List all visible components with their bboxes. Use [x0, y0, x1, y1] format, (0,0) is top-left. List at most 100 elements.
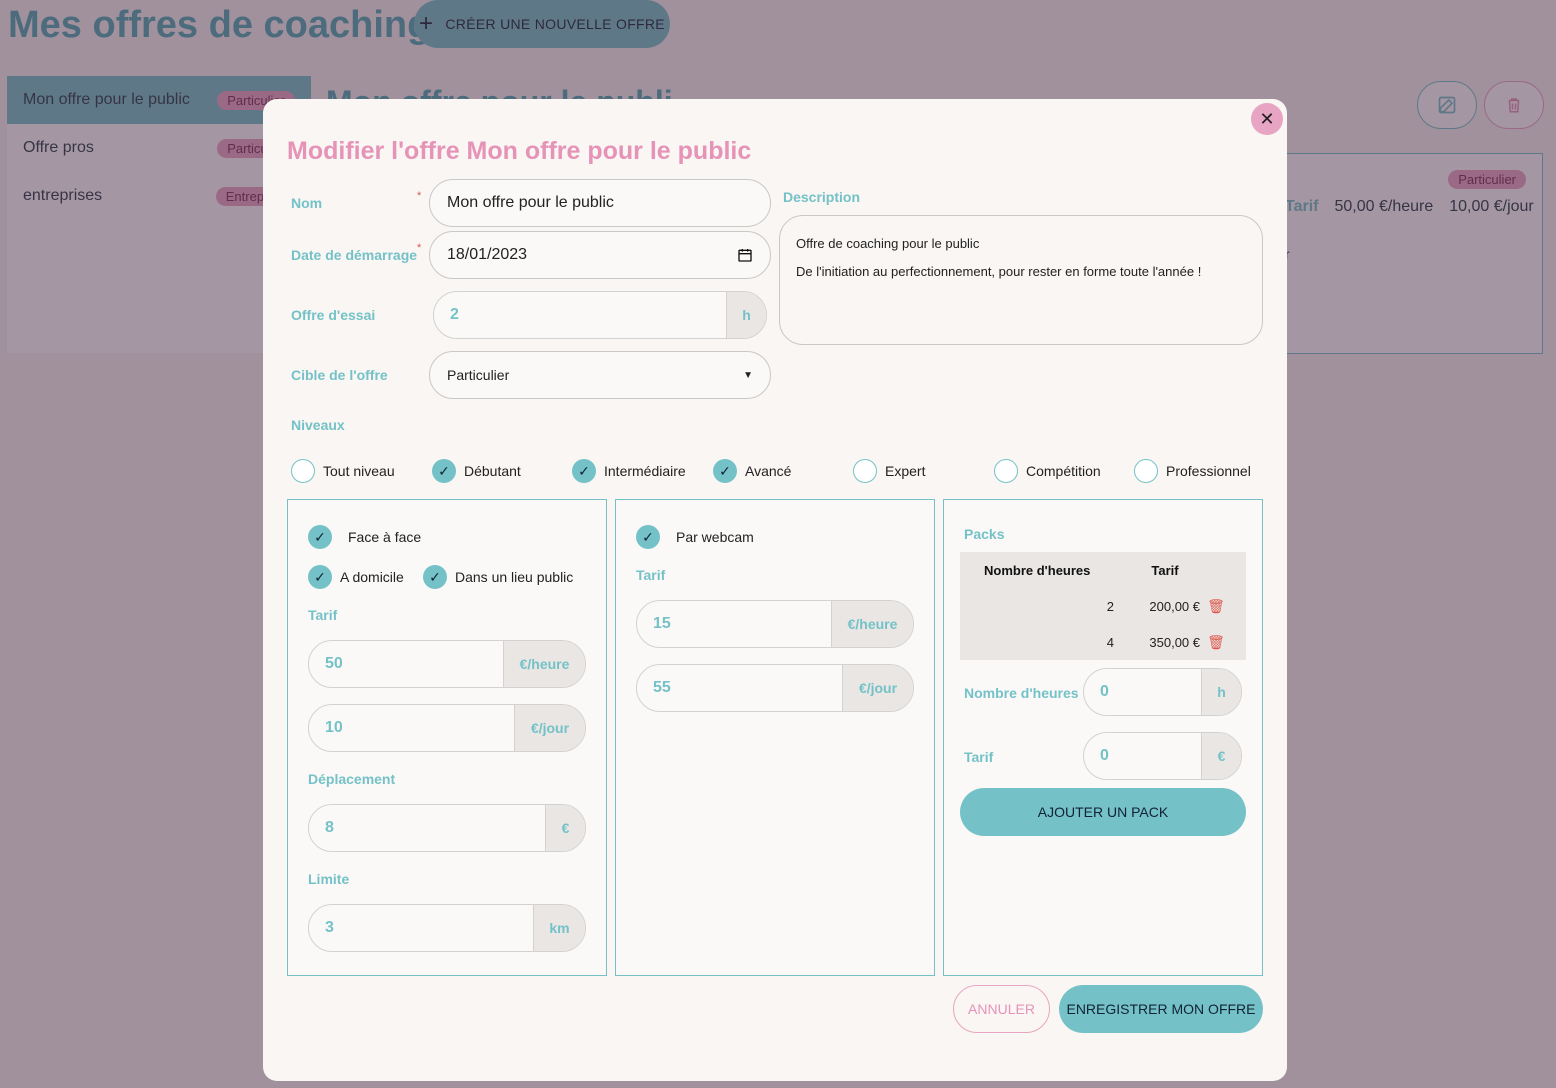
packs-panel: Packs Nombre d'heures Tarif 2 200,00 € 🗑…: [943, 499, 1263, 976]
edit-offer-modal: ✕ Modifier l'offre Mon offre pour le pub…: [263, 99, 1287, 1081]
dropdown-arrow-icon: ▼: [743, 369, 753, 381]
level-label: Avancé: [745, 463, 792, 479]
level-professionnel[interactable]: Professionnel: [1134, 459, 1251, 483]
webcam-label: Par webcam: [676, 529, 754, 545]
trial-unit: h: [726, 292, 766, 338]
calendar-icon[interactable]: [737, 247, 753, 263]
trial-label: Offre d'essai: [291, 307, 376, 323]
pack-hours-input[interactable]: 0 h: [1083, 668, 1242, 716]
webcam-day-value: 55: [653, 679, 671, 696]
checkmark-icon[interactable]: ✓: [713, 459, 737, 483]
level-label: Expert: [885, 463, 926, 479]
home-option[interactable]: ✓ A domicile: [308, 565, 404, 589]
trial-value: 2: [450, 306, 459, 323]
name-input[interactable]: Mon offre pour le public: [429, 179, 771, 227]
pack-price: 350,00 €: [1149, 634, 1200, 650]
target-select[interactable]: Particulier ▼: [429, 351, 771, 399]
level-debutant[interactable]: ✓ Débutant: [432, 459, 521, 483]
level-competition[interactable]: Compétition: [994, 459, 1101, 483]
pack-price-value: 0: [1100, 747, 1109, 764]
pack-price-unit: €: [1201, 733, 1241, 779]
table-row: 4 350,00 € 🗑: [960, 624, 1246, 660]
trash-icon[interactable]: 🗑: [1200, 634, 1232, 651]
checkbox-icon[interactable]: [994, 459, 1018, 483]
level-avance[interactable]: ✓ Avancé: [713, 459, 791, 483]
level-label: Débutant: [464, 463, 521, 479]
checkbox-icon[interactable]: [291, 459, 315, 483]
travel-value: 8: [325, 819, 334, 836]
table-row: 2 200,00 € 🗑: [960, 588, 1246, 624]
home-label: A domicile: [340, 569, 404, 585]
required-mark: *: [417, 190, 422, 202]
face-tarif-label: Tarif: [308, 607, 338, 623]
pack-hours-label: Nombre d'heures: [964, 685, 1079, 701]
level-expert[interactable]: Expert: [853, 459, 925, 483]
cancel-button[interactable]: ANNULER: [953, 985, 1050, 1033]
webcam-hour-value: 15: [653, 615, 671, 632]
trial-input[interactable]: 2 h: [433, 291, 767, 339]
checkbox-icon[interactable]: [853, 459, 877, 483]
level-intermediaire[interactable]: ✓ Intermédiaire: [572, 459, 686, 483]
checkmark-icon[interactable]: ✓: [572, 459, 596, 483]
level-label: Intermédiaire: [604, 463, 686, 479]
pack-price-input[interactable]: 0 €: [1083, 732, 1242, 780]
target-value: Particulier: [447, 367, 510, 383]
date-input[interactable]: 18/01/2023: [429, 231, 771, 279]
packs-table: Nombre d'heures Tarif 2 200,00 € 🗑 4 350…: [960, 552, 1246, 660]
webcam-panel: ✓ Par webcam Tarif 15 €/heure 55 €/jour: [615, 499, 935, 976]
description-line: De l'initiation au perfectionnement, pou…: [796, 264, 1202, 279]
close-icon: ✕: [1259, 108, 1275, 129]
pack-price-label: Tarif: [964, 749, 994, 765]
travel-input[interactable]: 8 €: [308, 804, 586, 852]
level-label: Professionnel: [1166, 463, 1251, 479]
required-mark: *: [417, 242, 422, 254]
face-day-value: 10: [325, 719, 343, 736]
checkmark-icon[interactable]: ✓: [308, 565, 332, 589]
name-label: Nom: [291, 195, 323, 211]
pack-hours-unit: h: [1201, 669, 1241, 715]
face-to-face-panel: ✓ Face à face ✓ A domicile ✓ Dans un lieu p…: [287, 499, 607, 976]
checkbox-icon[interactable]: [1134, 459, 1158, 483]
face-to-face-option[interactable]: ✓ Face à face: [308, 525, 421, 549]
checkmark-icon[interactable]: ✓: [423, 565, 447, 589]
pack-price: 200,00 €: [1149, 598, 1200, 614]
checkmark-icon[interactable]: ✓: [308, 525, 332, 549]
checkmark-icon[interactable]: ✓: [636, 525, 660, 549]
limit-unit: km: [533, 905, 585, 951]
target-label: Cible de l'offre: [291, 367, 388, 383]
webcam-option[interactable]: ✓ Par webcam: [636, 525, 754, 549]
pack-hours-value: 0: [1100, 683, 1109, 700]
description-textarea[interactable]: Offre de coaching pour le public De l'in…: [779, 215, 1263, 345]
webcam-day-input[interactable]: 55 €/jour: [636, 664, 914, 712]
travel-label: Déplacement: [308, 771, 396, 787]
pack-hours: 4: [1106, 634, 1114, 650]
webcam-tarif-label: Tarif: [636, 567, 666, 583]
trash-icon[interactable]: 🗑: [1200, 598, 1232, 615]
pack-hours: 2: [1106, 598, 1114, 614]
level-tout-niveau[interactable]: Tout niveau: [291, 459, 395, 483]
save-offer-button[interactable]: ENREGISTRER MON OFFRE: [1059, 985, 1263, 1033]
add-pack-button[interactable]: AJOUTER UN PACK: [960, 788, 1246, 836]
face-hour-value: 50: [325, 655, 343, 672]
travel-unit: €: [545, 805, 585, 851]
close-modal-button[interactable]: ✕: [1251, 103, 1283, 135]
packs-label: Packs: [964, 526, 1005, 542]
webcam-day-unit: €/jour: [842, 665, 913, 711]
public-place-label: Dans un lieu public: [455, 569, 574, 585]
limit-label: Limite: [308, 871, 350, 887]
checkmark-icon[interactable]: ✓: [432, 459, 456, 483]
public-place-option[interactable]: ✓ Dans un lieu public: [423, 565, 573, 589]
limit-value: 3: [325, 919, 334, 936]
face-to-face-label: Face à face: [348, 529, 422, 545]
webcam-hour-input[interactable]: 15 €/heure: [636, 600, 914, 648]
face-hour-input[interactable]: 50 €/heure: [308, 640, 586, 688]
packs-table-header: Nombre d'heures Tarif: [960, 552, 1246, 588]
modal-title: Modifier l'offre Mon offre pour le publi…: [287, 137, 752, 165]
face-hour-unit: €/heure: [503, 641, 585, 687]
description-label: Description: [783, 189, 861, 205]
face-day-input[interactable]: 10 €/jour: [308, 704, 586, 752]
date-value: 18/01/2023: [447, 246, 528, 263]
level-label: Compétition: [1026, 463, 1101, 479]
date-label: Date de démarrage: [291, 247, 418, 263]
limit-input[interactable]: 3 km: [308, 904, 586, 952]
